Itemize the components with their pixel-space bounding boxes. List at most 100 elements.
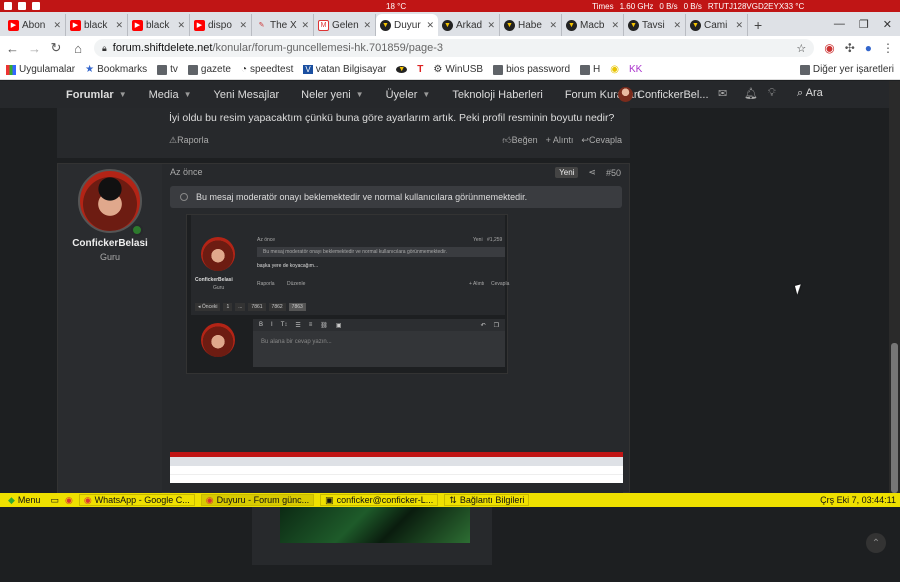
forum-page: Forumlar ▼ Media ▼ Yeni Mesajlar Neler yen… <box>0 81 900 582</box>
browser-tab[interactable]: ▶ Abon ✕ <box>4 14 66 36</box>
taskbar-window[interactable]: ◉ WhatsApp - Google C... <box>78 494 195 506</box>
post-number[interactable]: #50 <box>606 168 621 178</box>
browser-tab[interactable]: ✎ The X ✕ <box>252 14 314 36</box>
account-menu[interactable]: ConfickerBel... <box>618 81 709 108</box>
scrollbar[interactable] <box>889 81 900 493</box>
like-button[interactable]: 👍︎Beğen <box>502 135 537 146</box>
profile-icon[interactable]: ● <box>865 41 872 55</box>
app-icon[interactable] <box>18 2 26 10</box>
taskbar-window[interactable]: ◉ Duyuru - Forum günc... <box>200 494 315 506</box>
close-icon[interactable]: ✕ <box>549 20 557 31</box>
url-field[interactable]: 🔒︎ forum.shiftdelete.net/konular/forum-g… <box>94 39 815 57</box>
nav-media[interactable]: Media ▼ <box>149 89 192 101</box>
bookmark-item[interactable]: ◔ speedtest <box>241 64 293 75</box>
close-window-icon[interactable]: ✕ <box>883 18 892 31</box>
screenshot-user-title: Guru <box>213 285 225 291</box>
close-icon[interactable]: ✕ <box>53 20 61 31</box>
browser-tab[interactable]: ▶ dispo ✕ <box>190 14 252 36</box>
start-menu-button[interactable]: ◆ Menu <box>4 494 44 506</box>
bookmark-folder[interactable]: H <box>580 64 600 75</box>
search-button[interactable]: ⌕ Ara <box>797 87 823 100</box>
lightbulb-icon[interactable]: 💡︎ <box>768 87 776 100</box>
chevron-down-icon[interactable]: ▼ <box>119 90 127 99</box>
nav-uyeler[interactable]: Üyeler ▼ <box>386 89 431 101</box>
extension-icon[interactable]: ◉ <box>824 41 834 55</box>
browser-tab[interactable]: ▶ black ✕ <box>128 14 190 36</box>
close-icon[interactable]: ✕ <box>487 20 495 31</box>
app-icon[interactable] <box>4 2 12 10</box>
home-icon[interactable]: ⌂ <box>72 41 84 56</box>
close-icon[interactable]: ✕ <box>673 20 681 31</box>
browser-tab[interactable]: ▼ Macb ✕ <box>562 14 624 36</box>
reload-icon[interactable]: ↻ <box>50 40 62 56</box>
browser-tab[interactable]: ▼ Tavsi ✕ <box>624 14 686 36</box>
clock[interactable]: Çrş Eki 7, 03:44:11 <box>820 495 896 505</box>
reply-button[interactable]: ↩Cevapla <box>581 135 622 146</box>
minimize-icon[interactable]: — <box>834 18 845 31</box>
avatar[interactable] <box>78 169 142 233</box>
bookmark-folder[interactable]: bios password <box>493 64 570 75</box>
close-icon[interactable]: ✕ <box>177 20 185 31</box>
close-icon[interactable]: ✕ <box>239 20 247 31</box>
browser-launcher-icon[interactable]: ◉ <box>65 495 73 506</box>
share-icon[interactable]: ⋖ <box>588 167 596 178</box>
bookmark-item[interactable]: ⚙ WinUSB <box>433 64 483 75</box>
maximize-icon[interactable]: ❐ <box>859 18 869 31</box>
bookmark-item[interactable]: ★ Bookmarks <box>85 64 147 75</box>
page-link: 7861 <box>248 303 266 311</box>
screenshot-post: ConfickerBelasi Guru Az önce Yeni #1,259… <box>191 215 509 315</box>
bell-icon[interactable]: 🔔︎ <box>744 87 758 100</box>
close-icon[interactable]: ✕ <box>115 20 123 31</box>
browser-tab[interactable]: ▶ black ✕ <box>66 14 128 36</box>
other-bookmarks-folder[interactable]: Diğer yer işaretleri <box>799 64 894 75</box>
quote-button[interactable]: + Alıntı <box>546 135 574 146</box>
browser-tab-active[interactable]: ▼ Duyur ✕ <box>376 14 438 36</box>
close-icon[interactable]: ✕ <box>301 20 309 31</box>
browser-tab[interactable]: ▼ Cami ✕ <box>686 14 748 36</box>
menu-dots-icon[interactable]: ⋮ <box>882 41 894 55</box>
taskbar-window[interactable]: ⇅ Bağlantı Bilgileri <box>444 494 530 506</box>
nav-teknoloji-haberleri[interactable]: Teknoloji Haberleri <box>452 89 543 101</box>
bookmark-item[interactable]: T <box>417 64 423 75</box>
chevron-down-icon[interactable]: ▼ <box>356 90 364 99</box>
star-icon[interactable]: ☆ <box>796 42 806 55</box>
report-link[interactable]: ⚠Raporla <box>169 135 209 146</box>
folder-icon <box>157 64 168 75</box>
chrome-icon: ◉ <box>205 494 214 505</box>
nav-forumlar[interactable]: Forumlar ▼ <box>66 89 127 101</box>
tab-label: Macb <box>580 19 605 31</box>
browser-tab[interactable]: ▼ Arkad ✕ <box>438 14 500 36</box>
bookmark-folder[interactable]: gazete <box>187 64 231 75</box>
nav-neler-yeni[interactable]: Neler yeni ▼ <box>301 89 363 101</box>
show-desktop-icon[interactable]: ▭ <box>50 495 59 506</box>
close-icon[interactable]: ✕ <box>611 20 619 31</box>
new-tab-button[interactable]: + <box>748 17 768 36</box>
close-icon[interactable]: ✕ <box>363 20 371 31</box>
chevron-down-icon[interactable]: ▼ <box>184 90 192 99</box>
taskbar-window[interactable]: ▣ conficker@conficker-L... <box>320 494 439 506</box>
nav-yeni-mesajlar[interactable]: Yeni Mesajlar <box>214 89 280 101</box>
scroll-top-button[interactable]: ⌃ <box>866 533 886 553</box>
scrollbar-thumb[interactable] <box>891 343 898 493</box>
browser-tab[interactable]: ▼ Habe ✕ <box>500 14 562 36</box>
envelope-icon[interactable]: ✉ <box>718 87 727 100</box>
bookmark-item[interactable]: ▼ <box>396 66 408 73</box>
bookmark-item[interactable]: ◉ <box>610 64 619 75</box>
app-icon[interactable] <box>32 2 40 10</box>
forward-icon[interactable]: → <box>28 41 41 56</box>
bookmark-item[interactable]: KK <box>629 64 642 75</box>
bookmark-folder[interactable]: tv <box>157 64 178 75</box>
username[interactable]: ConfickerBelasi <box>58 238 162 249</box>
close-icon[interactable]: ✕ <box>735 20 743 31</box>
close-icon[interactable]: ✕ <box>426 20 434 31</box>
chevron-up-icon: ⌃ <box>871 537 881 549</box>
post-time[interactable]: Az önce <box>170 167 203 177</box>
bookmark-apps[interactable]: Uygulamalar <box>6 64 75 75</box>
chevron-down-icon[interactable]: ▼ <box>422 90 430 99</box>
bookmark-item[interactable]: Vvatan Bilgisayar <box>303 64 386 75</box>
puzzle-icon[interactable]: ✣ <box>845 41 855 55</box>
embedded-screenshot[interactable]: ConfickerBelasi Guru Az önce Yeni #1,259… <box>186 214 509 374</box>
embedded-desktop-screenshot[interactable] <box>170 452 623 582</box>
back-icon[interactable]: ← <box>6 41 19 56</box>
browser-tab[interactable]: M Gelen ✕ <box>314 14 376 36</box>
